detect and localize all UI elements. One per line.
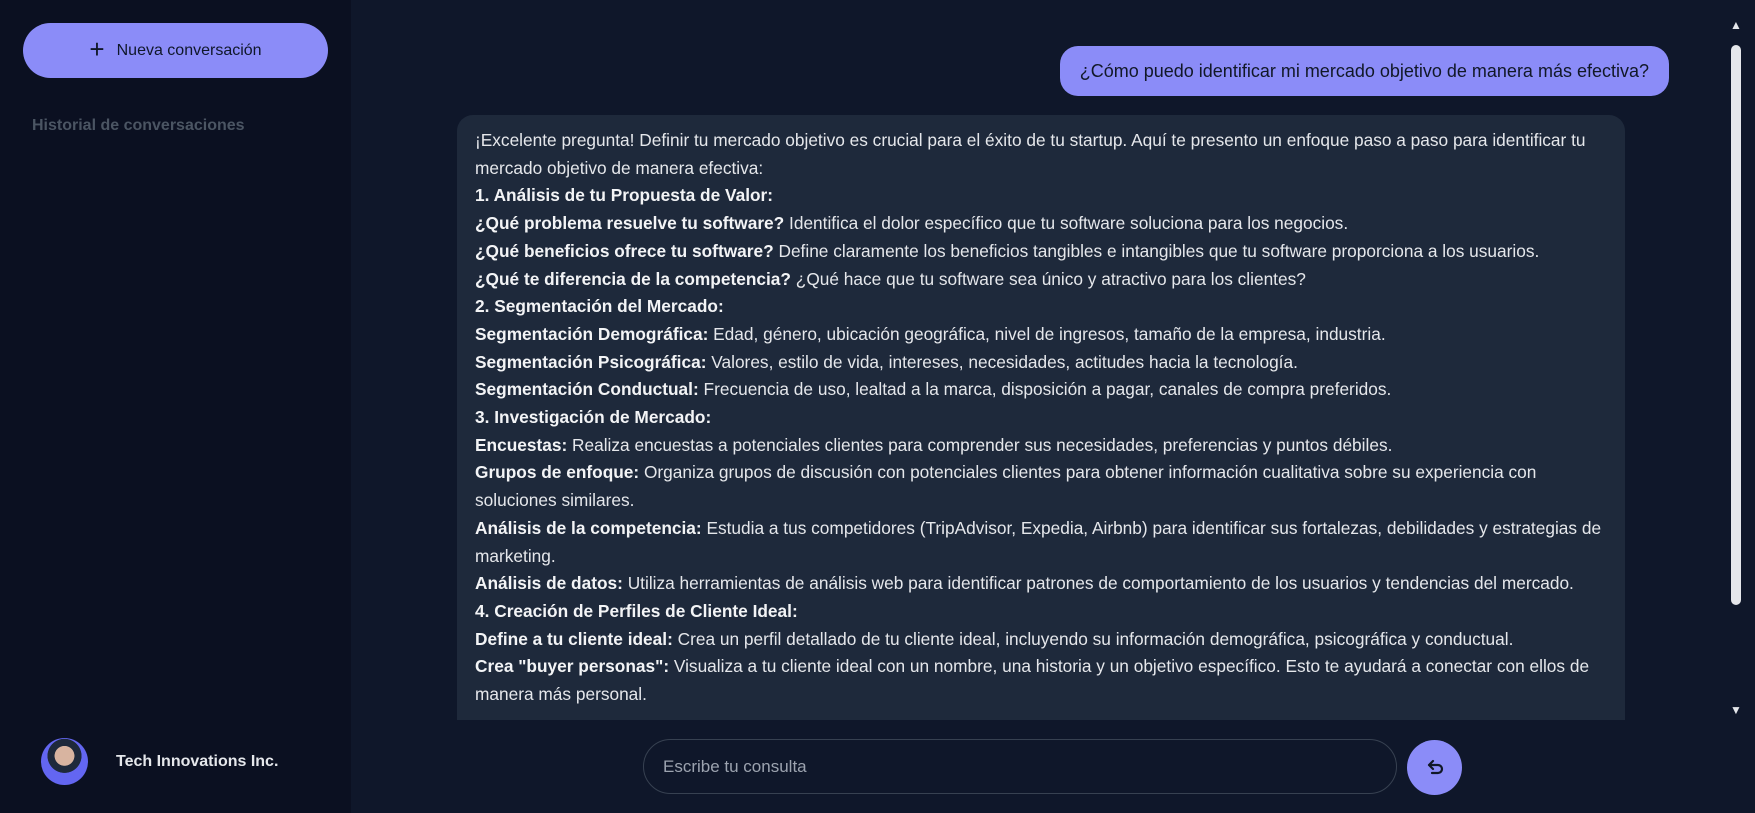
assistant-intro: ¡Excelente pregunta! Definir tu mercado … (475, 130, 1586, 178)
section-heading: 1. Análisis de tu Propuesta de Valor: (475, 185, 774, 206)
scroll-thumb[interactable] (1731, 45, 1741, 605)
conversation-history-title: Historial de conversaciones (32, 117, 245, 134)
list-item: Segmentación Demográfica: Edad, género, … (475, 323, 1386, 344)
send-button[interactable] (1407, 740, 1462, 795)
section-heading: 4. Creación de Perfiles de Cliente Ideal… (475, 600, 798, 621)
list-item: Crea "buyer personas": Visualiza a tu cl… (475, 656, 1590, 705)
list-item: ¿Qué beneficios ofrece tu software? Defi… (475, 240, 1540, 261)
profile[interactable]: Tech Innovations Inc. (41, 738, 278, 785)
list-item: ¿Qué problema resuelve tu software? Iden… (475, 213, 1349, 234)
list-item: Análisis de datos: Utiliza herramientas … (475, 573, 1574, 594)
avatar (41, 738, 88, 785)
new-conversation-button[interactable]: + Nueva conversación (23, 23, 328, 78)
list-item: Encuestas: Realiza encuestas a potencial… (475, 434, 1393, 455)
list-item: Análisis de la competencia: Estudia a tu… (475, 517, 1602, 566)
list-item: Define a tu cliente ideal: Crea un perfi… (475, 628, 1514, 649)
user-message: ¿Cómo puedo identificar mi mercado objet… (1059, 46, 1669, 96)
sidebar: + Nueva conversación Historial de conver… (0, 0, 351, 813)
scroll-track[interactable] (1727, 33, 1745, 703)
section-heading: 3. Investigación de Mercado: (475, 407, 712, 428)
query-input-wrapper[interactable] (643, 739, 1397, 794)
query-input[interactable] (663, 756, 1377, 777)
company-name: Tech Innovations Inc. (116, 752, 279, 770)
list-item: Segmentación Conductual: Frecuencia de u… (475, 379, 1392, 400)
chat-messages: ¿Cómo puedo identificar mi mercado objet… (351, 0, 1716, 720)
send-arrow-icon (1427, 759, 1443, 774)
section-heading: 2. Segmentación del Mercado: (475, 296, 724, 317)
plus-icon: + (89, 34, 105, 64)
scroll-up-icon[interactable]: ▲ (1727, 18, 1745, 33)
new-conversation-label: Nueva conversación (116, 41, 262, 59)
assistant-message: ¡Excelente pregunta! Definir tu mercado … (457, 115, 1625, 720)
chat-scrollbar[interactable]: ▲ ▼ (1727, 18, 1745, 718)
chat-main: ¿Cómo puedo identificar mi mercado objet… (351, 0, 1755, 813)
scroll-down-icon[interactable]: ▼ (1727, 703, 1745, 718)
list-item: ¿Qué te diferencia de la competencia? ¿Q… (475, 268, 1306, 289)
list-item: Grupos de enfoque: Organiza grupos de di… (475, 462, 1537, 511)
list-item: Segmentación Psicográfica: Valores, esti… (475, 351, 1298, 372)
